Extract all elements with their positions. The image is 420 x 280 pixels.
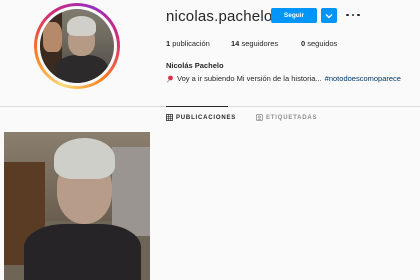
avatar-inner: [37, 6, 117, 86]
pushpin-icon: [166, 75, 173, 83]
dot: [351, 13, 355, 17]
stat-following[interactable]: 0 seguidos: [301, 39, 337, 48]
follow-button[interactable]: Seguir: [271, 8, 317, 23]
profile-bio: Voy a ir subiendo Mi versión de la histo…: [166, 74, 420, 83]
more-options-icon[interactable]: [346, 9, 360, 21]
grid-icon: [166, 114, 173, 121]
tagged-icon: [256, 114, 263, 121]
dot: [346, 13, 349, 17]
post-jacket: [24, 223, 142, 280]
avatar-photo: [40, 9, 114, 83]
tab-tagged[interactable]: ETIQUETADAS: [256, 114, 317, 121]
tab-posts-label: PUBLICACIONES: [176, 114, 237, 121]
followers-label: seguidores: [241, 39, 279, 48]
profile-username: nicolas.pachelo: [166, 8, 273, 25]
profile-avatar[interactable]: [34, 3, 120, 89]
bio-text: Voy a ir subiendo Mi versión de la histo…: [177, 74, 322, 83]
post-background-object: [112, 146, 150, 236]
chevron-down-icon: [325, 13, 333, 18]
following-label: seguidos: [307, 39, 338, 48]
avatar-bg-person: [42, 22, 63, 52]
post-hair: [53, 137, 115, 180]
stat-posts: 1 publicación: [166, 39, 210, 48]
profile-full-name: Nicolás Pachelo: [166, 61, 224, 70]
suggestions-dropdown-button[interactable]: [321, 8, 337, 23]
followers-count: 14: [231, 39, 240, 48]
posts-count: 1: [166, 39, 171, 48]
dot: [357, 13, 360, 17]
post-thumbnail[interactable]: [4, 132, 150, 280]
stat-followers[interactable]: 14 seguidores: [231, 39, 278, 48]
posts-label: publicación: [172, 39, 210, 48]
avatar-jacket: [56, 54, 109, 83]
following-count: 0: [301, 39, 306, 48]
active-tab-indicator: [166, 106, 228, 107]
tab-tagged-label: ETIQUETADAS: [266, 114, 318, 121]
bio-hashtag[interactable]: #notodoescomoparece: [325, 74, 401, 83]
tab-posts[interactable]: PUBLICACIONES: [166, 114, 236, 121]
avatar-hair: [66, 16, 97, 36]
